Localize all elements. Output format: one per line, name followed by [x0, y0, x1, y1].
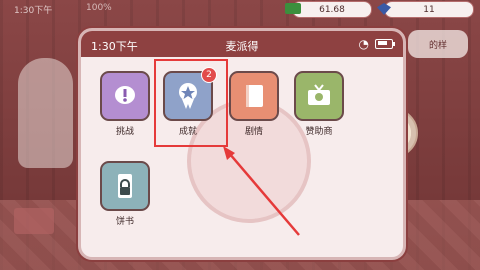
customer-character [18, 58, 73, 168]
counter-item [14, 208, 54, 234]
top-status-bar: 1:30下午 100% 61.68 11 [0, 0, 480, 18]
app-sponsor[interactable]: 赞助商 [293, 71, 345, 137]
phone-menu: 1:30下午 麦派得 ◔ 挑战 2 成就 剧情 赞助商 饼书 [78, 28, 406, 260]
exclamation-icon [100, 71, 150, 121]
app-label: 饼书 [115, 217, 134, 227]
diamond-icon [377, 3, 391, 15]
app-challenge[interactable]: 挑战 [99, 71, 151, 137]
cash-icon [285, 3, 301, 14]
app-label: 赞助商 [305, 127, 333, 137]
app-story[interactable]: 剧情 [228, 71, 280, 137]
status-time: 1:30下午 [14, 6, 53, 16]
phone-title: 麦派得 [225, 40, 259, 53]
app-recipe-book[interactable]: 饼书 [99, 161, 151, 227]
money-counter[interactable]: 61.68 [285, 1, 372, 18]
pointer-arrow [223, 146, 300, 236]
app-label: 剧情 [244, 127, 263, 137]
tv-icon [294, 71, 344, 121]
speech-bubble: 的样 [408, 30, 468, 58]
status-percent: 100% [86, 3, 112, 13]
wifi-icon: ◔ [358, 37, 369, 51]
lock-icon [100, 161, 150, 211]
money-value: 61.68 [319, 4, 345, 15]
battery-icon [375, 39, 395, 49]
gem-counter[interactable]: 11 [377, 1, 474, 18]
phone-header: 1:30下午 麦派得 ◔ [81, 31, 403, 57]
highlight-box [154, 59, 228, 147]
gem-value: 11 [423, 4, 435, 15]
book-icon [229, 71, 279, 121]
app-label: 挑战 [115, 127, 134, 137]
